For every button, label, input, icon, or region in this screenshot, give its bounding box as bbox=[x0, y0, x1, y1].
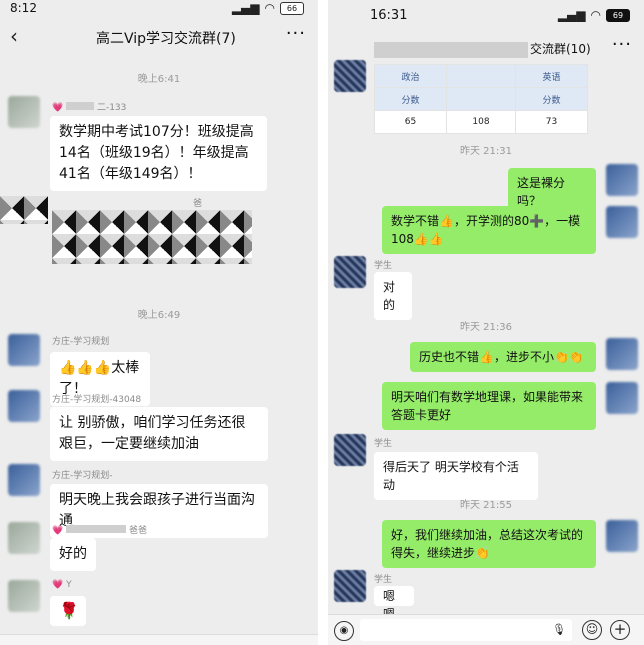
left-chat-screenshot: 8:12 ▂▄▆ ◠ 66 ‹ 高二Vip学习交流群(7) ··· 晚上6:41… bbox=[0, 0, 318, 645]
message-bubble[interactable]: 数学期中考试107分！班级提高14名（班级19名）！年级提高41名（年级149名… bbox=[50, 116, 267, 191]
message-input[interactable] bbox=[360, 619, 572, 641]
message-bubble[interactable]: 对的 bbox=[374, 272, 412, 320]
message-bubble[interactable]: 嗯嗯 bbox=[374, 586, 414, 621]
avatar[interactable] bbox=[606, 164, 638, 196]
voice-input-icon[interactable]: ◉ bbox=[334, 621, 354, 641]
microphone-icon[interactable]: 🎙 bbox=[552, 623, 566, 636]
plus-icon[interactable]: + bbox=[610, 620, 630, 640]
avatar[interactable] bbox=[606, 520, 638, 552]
sender-name: 方庄-学习规划- bbox=[52, 471, 113, 481]
table-cell: 分数 bbox=[374, 87, 447, 111]
signal-icon: ▂▄▆ bbox=[557, 8, 586, 22]
message-bubble[interactable]: 明天咱们有数学地理课，如果能带来答题卡更好 bbox=[382, 382, 596, 430]
avatar[interactable] bbox=[334, 60, 366, 92]
message-bubble[interactable]: 得后天了 明天学校有个活动 bbox=[374, 452, 538, 500]
sender-name: 💗 爸爸 bbox=[52, 525, 147, 536]
redacted-image-message[interactable] bbox=[52, 210, 252, 264]
more-options-icon[interactable]: ··· bbox=[612, 34, 632, 55]
input-bar: ◉ 🎙 ☺ + bbox=[328, 614, 644, 645]
avatar[interactable] bbox=[606, 382, 638, 414]
avatar[interactable] bbox=[8, 464, 40, 496]
sender-name: 方庄-学习规划 bbox=[52, 337, 110, 347]
message-bubble[interactable]: 让 别骄傲，咱们学习任务还很艰巨，一定要继续加油 bbox=[50, 407, 268, 461]
time-separator: 昨天 21:31 bbox=[460, 146, 512, 157]
sender-name: 💗 二-133 bbox=[52, 102, 127, 113]
battery-icon: 69 bbox=[606, 8, 630, 22]
table-cell: 108 bbox=[445, 110, 517, 134]
table-cell: 65 bbox=[374, 110, 447, 134]
group-title: 交流群(10) bbox=[530, 42, 591, 56]
input-bar-partial bbox=[0, 634, 318, 645]
message-bubble[interactable]: 历史也不错👍，进步不小👏👏 bbox=[410, 342, 596, 372]
group-title: 高二Vip学习交流群(7) bbox=[96, 31, 236, 47]
status-bar: 16:31 ▂▄▆ ◠ 69 bbox=[328, 0, 644, 23]
table-cell: 英语 bbox=[515, 64, 588, 88]
chat-header: ‹ 高二Vip学习交流群(7) ··· bbox=[0, 22, 318, 52]
avatar[interactable] bbox=[8, 580, 40, 612]
avatar[interactable] bbox=[8, 96, 40, 128]
more-options-icon[interactable]: ··· bbox=[286, 23, 306, 44]
status-icons: ▂▄▆ ◠ 66 bbox=[232, 1, 304, 15]
avatar[interactable] bbox=[8, 522, 40, 554]
time-separator: 昨天 21:36 bbox=[460, 322, 512, 333]
table-cell bbox=[445, 64, 517, 88]
status-icons: ▂▄▆ ◠ 69 bbox=[558, 8, 630, 22]
redacted-avatar bbox=[0, 196, 48, 224]
table-cell: 分数 bbox=[515, 87, 588, 111]
wifi-icon: ◠ bbox=[264, 1, 275, 15]
sender-name: 方庄-学习规划-43048 bbox=[52, 395, 142, 405]
avatar[interactable] bbox=[8, 390, 40, 422]
table-cell: 政治 bbox=[374, 64, 447, 88]
status-time: 8:12 bbox=[10, 1, 37, 15]
right-chat-screenshot: 16:31 ▂▄▆ ◠ 69 交流群(10) ··· 政治 英语 分数 分数 6… bbox=[328, 0, 644, 645]
sender-name: 💗 Y bbox=[52, 580, 72, 590]
status-bar: 8:12 ▂▄▆ ◠ 66 bbox=[0, 0, 318, 16]
table-cell bbox=[445, 87, 517, 111]
avatar[interactable] bbox=[334, 434, 366, 466]
message-bubble[interactable]: 好，我们继续加油，总结这次考试的得失，继续进步👏 bbox=[382, 520, 596, 568]
emoji-icon[interactable]: ☺ bbox=[582, 620, 602, 640]
back-arrow-icon[interactable]: ‹ bbox=[10, 24, 18, 48]
avatar[interactable] bbox=[8, 334, 40, 366]
time-separator: 晚上6:49 bbox=[137, 310, 181, 321]
avatar[interactable] bbox=[606, 338, 638, 370]
avatar[interactable] bbox=[334, 256, 366, 288]
sender-name: 学生 bbox=[374, 439, 393, 449]
message-bubble[interactable]: 数学不错👍，开学测的80➕，一模108👍👍 bbox=[382, 206, 596, 254]
message-bubble[interactable]: 🌹 bbox=[50, 596, 86, 626]
sender-name: 学生 bbox=[374, 261, 393, 271]
table-cell: 73 bbox=[515, 110, 588, 134]
wifi-icon: ◠ bbox=[590, 8, 601, 22]
battery-icon: 66 bbox=[280, 1, 304, 15]
time-separator: 晚上6:41 bbox=[137, 74, 181, 85]
avatar[interactable] bbox=[334, 570, 366, 602]
signal-icon: ▂▄▆ bbox=[231, 1, 260, 15]
redacted-title-part bbox=[374, 42, 528, 58]
time-separator: 昨天 21:55 bbox=[460, 500, 512, 511]
avatar[interactable] bbox=[606, 206, 638, 238]
message-bubble[interactable]: 好的 bbox=[50, 538, 96, 571]
score-table-image[interactable]: 政治 英语 分数 分数 65 108 73 bbox=[374, 64, 588, 134]
status-time: 16:31 bbox=[370, 8, 408, 23]
sender-name: 学生 bbox=[374, 575, 393, 585]
sender-name: 爸 bbox=[193, 199, 203, 209]
